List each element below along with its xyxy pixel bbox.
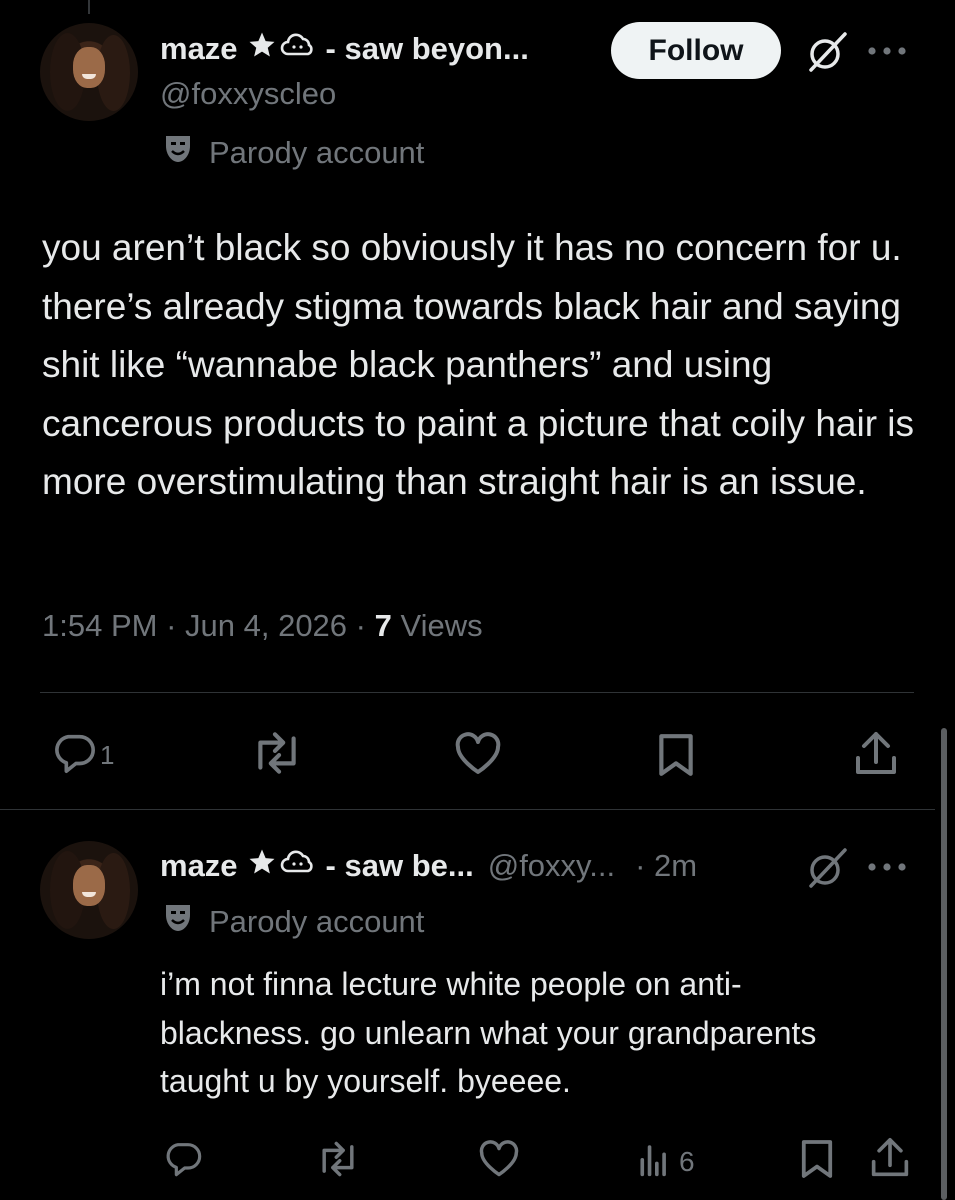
bookmark-icon xyxy=(657,732,695,783)
avatar[interactable] xyxy=(40,841,138,939)
retweet-icon xyxy=(315,1140,361,1183)
follow-button[interactable]: Follow xyxy=(611,22,781,79)
analytics-icon xyxy=(637,1138,673,1185)
star-icon xyxy=(246,847,278,885)
retweet-icon xyxy=(250,730,304,781)
like-button[interactable] xyxy=(454,732,502,781)
avatar[interactable] xyxy=(40,23,138,121)
cloud-face-icon xyxy=(280,30,316,68)
share-icon xyxy=(870,1136,910,1185)
parody-text: Parody account xyxy=(209,135,425,170)
views-count: 6 xyxy=(679,1145,695,1177)
thread-connector xyxy=(88,0,90,14)
reply-text: i’m not finna lecture white people on an… xyxy=(160,966,817,1099)
reply-button[interactable] xyxy=(162,1138,204,1183)
retweet-button[interactable] xyxy=(250,730,304,781)
views-count: 7 xyxy=(374,608,392,643)
tweet-text: you aren’t black so obviously it has no … xyxy=(42,227,915,502)
share-icon xyxy=(853,730,899,783)
tweet-date[interactable]: Jun 4, 2026 xyxy=(185,608,347,643)
reply-name-row[interactable]: maze - saw be... @foxxy... · 2m xyxy=(160,844,697,888)
theater-mask-icon xyxy=(163,133,193,173)
theater-mask-icon xyxy=(163,902,193,942)
display-name-suffix[interactable]: - saw be... xyxy=(326,848,474,884)
share-button[interactable] xyxy=(870,1136,910,1185)
handle[interactable]: @foxxy... xyxy=(488,848,615,884)
heart-icon xyxy=(454,732,502,781)
display-name-suffix[interactable]: - saw beyon... xyxy=(326,31,529,67)
more-icon[interactable] xyxy=(866,860,910,879)
divider xyxy=(40,692,914,693)
reply-count: 1 xyxy=(100,740,115,770)
parody-label: Parody account xyxy=(163,902,424,942)
parody-label: Parody account xyxy=(163,133,424,173)
bookmark-button[interactable] xyxy=(800,1138,834,1185)
cloud-face-icon xyxy=(280,847,316,885)
views-button[interactable]: 6 xyxy=(637,1138,695,1185)
retweet-button[interactable] xyxy=(315,1140,361,1183)
like-button[interactable] xyxy=(478,1140,520,1183)
reply-button[interactable]: 1 xyxy=(50,729,114,782)
divider xyxy=(0,809,935,810)
parody-text: Parody account xyxy=(209,904,425,939)
tweet-name-row[interactable]: maze - saw beyon... xyxy=(160,27,529,71)
grok-icon[interactable] xyxy=(805,846,849,895)
post-age[interactable]: · 2m xyxy=(635,848,697,884)
tweet-meta: 1:54 PM · Jun 4, 2026 · 7 Views xyxy=(42,608,483,643)
scrollbar[interactable] xyxy=(941,728,947,1200)
star-icon xyxy=(246,30,278,68)
share-button[interactable] xyxy=(853,730,899,783)
grok-icon[interactable] xyxy=(805,30,849,79)
reply-icon xyxy=(50,729,98,782)
reply-icon xyxy=(162,1138,204,1183)
display-name[interactable]: maze xyxy=(160,31,238,67)
heart-icon xyxy=(478,1140,520,1183)
views-label: Views xyxy=(400,608,483,643)
tweet-time[interactable]: 1:54 PM xyxy=(42,608,157,643)
more-icon[interactable] xyxy=(866,44,910,63)
display-name[interactable]: maze xyxy=(160,848,238,884)
handle[interactable]: @foxxyscleo xyxy=(160,76,336,112)
bookmark-button[interactable] xyxy=(657,732,695,783)
bookmark-icon xyxy=(800,1138,834,1185)
